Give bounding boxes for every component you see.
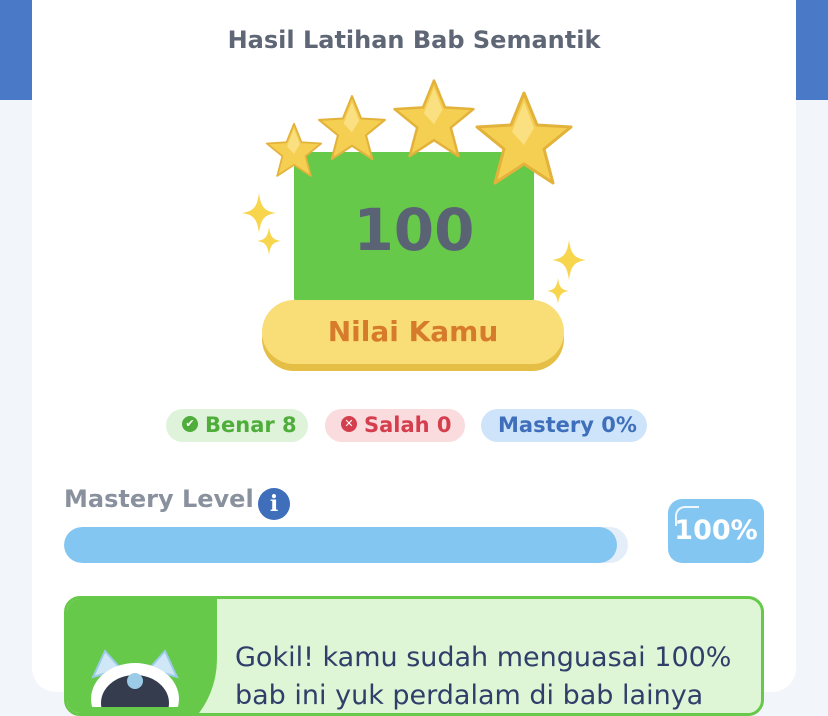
page-title: Hasil Latihan Bab Semantik	[227, 26, 601, 54]
info-icon[interactable]: i	[258, 488, 290, 520]
close-circle-icon: ✕	[341, 416, 357, 432]
sparkle-icon	[257, 227, 281, 255]
mastery-badge: Mastery 0%	[481, 409, 647, 442]
result-card: Hasil Latihan Bab Semantik 100 Nilai Kam…	[32, 0, 796, 716]
score-label-button[interactable]: Nilai Kamu	[262, 300, 564, 364]
feedback-message: Gokil! kamu sudah menguasai 100% bab ini…	[235, 642, 732, 711]
score-value: 100	[353, 196, 475, 264]
shine-decoration	[675, 506, 699, 526]
mastery-progress-fill	[64, 527, 617, 563]
star-icon	[393, 79, 475, 158]
check-circle-icon: ✔	[182, 416, 198, 432]
wrong-badge-label: Salah 0	[364, 413, 452, 437]
star-icon	[475, 91, 573, 185]
mastery-percent-box: 100%	[668, 499, 764, 563]
star-icon	[318, 95, 386, 161]
star-icon	[265, 122, 323, 177]
correct-badge: ✔ Benar 8	[166, 409, 308, 442]
wrong-badge: ✕ Salah 0	[325, 409, 465, 442]
mastery-progress-bar	[64, 527, 628, 563]
robot-mascot-icon	[91, 649, 179, 707]
sparkle-icon	[552, 240, 586, 280]
feedback-message-box: Gokil! kamu sudah menguasai 100% bab ini…	[64, 596, 764, 716]
correct-badge-label: Benar 8	[205, 413, 297, 437]
mastery-level-label: Mastery Level	[64, 485, 254, 513]
sparkle-icon	[546, 278, 570, 304]
